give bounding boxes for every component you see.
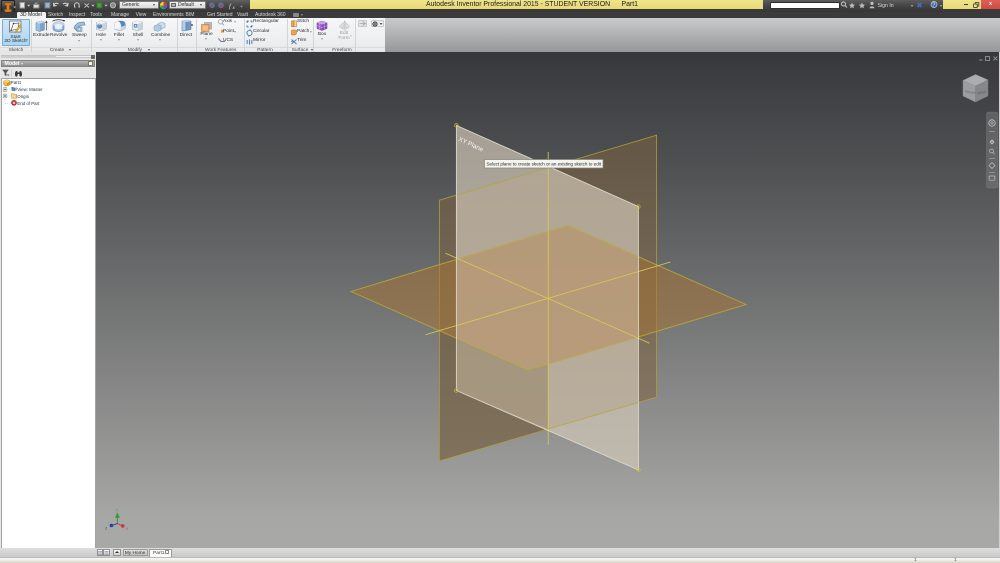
svg-text:Select plane to create sketch: Select plane to create sketch or an exis… [487, 162, 602, 167]
svg-text:Y: Y [116, 508, 119, 513]
svg-text:?: ? [932, 3, 935, 9]
svg-text:X: X [126, 526, 129, 531]
svg-text:Sign In: Sign In [878, 3, 894, 9]
svg-text:x: x [232, 5, 236, 10]
